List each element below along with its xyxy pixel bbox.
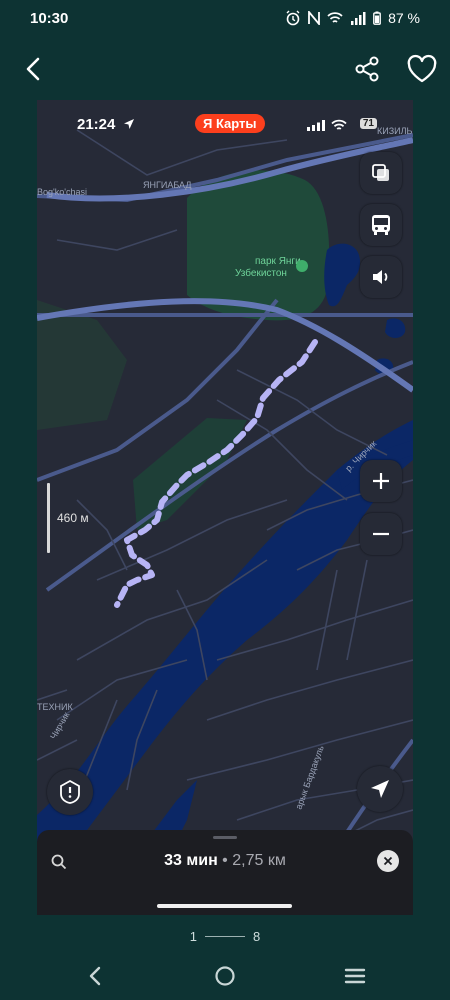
plus-icon bbox=[373, 473, 389, 489]
map-label-river-left: Чирчик bbox=[48, 710, 71, 741]
layers-button[interactable] bbox=[360, 152, 402, 194]
scale-label: 460 м bbox=[57, 511, 89, 525]
map-label-road-left: Bog'ko'chasi bbox=[37, 187, 87, 197]
nav-back-icon bbox=[89, 966, 101, 986]
back-button[interactable] bbox=[20, 54, 50, 84]
nav-recents-button[interactable] bbox=[342, 963, 368, 989]
map-label-district-top: ЯНГИАБАД bbox=[143, 180, 191, 190]
signal-icon bbox=[351, 12, 366, 25]
heart-icon bbox=[407, 54, 437, 83]
panel-drag-handle[interactable] bbox=[213, 836, 237, 839]
layers-icon bbox=[372, 164, 389, 181]
nav-back-button[interactable] bbox=[82, 963, 108, 989]
pond bbox=[385, 318, 406, 338]
brand-letter: Я bbox=[203, 116, 213, 131]
transport-button[interactable] bbox=[360, 204, 402, 246]
wifi-icon bbox=[327, 12, 343, 23]
map-label-canal: арык Бардакуль bbox=[293, 744, 325, 811]
nav-home-button[interactable] bbox=[212, 963, 238, 989]
route-distance: 2,75 км bbox=[232, 852, 286, 869]
map-label-park-line1: парк Янги bbox=[255, 256, 301, 267]
brand-name: Карты bbox=[215, 116, 257, 131]
route-separator: • bbox=[217, 852, 233, 869]
back-arrow-icon bbox=[26, 57, 40, 81]
park-area bbox=[187, 170, 330, 321]
app-battery: 71 bbox=[359, 118, 377, 129]
app-status-bar: 21:24 Я Карты 71 bbox=[37, 100, 413, 150]
share-button[interactable] bbox=[352, 54, 382, 84]
page-total: 8 bbox=[253, 928, 261, 944]
app-status-time: 21:24 bbox=[77, 116, 116, 133]
park-icon bbox=[296, 260, 308, 272]
page-current: 1 bbox=[189, 928, 197, 944]
route-panel[interactable]: 33 мин • 2,75 км bbox=[37, 830, 413, 915]
route-summary: 33 мин • 2,75 км bbox=[37, 852, 413, 870]
location-arrow-icon bbox=[124, 119, 134, 129]
report-button[interactable] bbox=[47, 769, 93, 815]
navigation-arrow-icon bbox=[371, 780, 389, 798]
status-icons: 87 % bbox=[285, 10, 420, 26]
app-wifi-icon bbox=[331, 119, 347, 130]
close-route-button[interactable] bbox=[377, 850, 399, 872]
close-icon bbox=[383, 856, 393, 866]
zoom-out-button[interactable] bbox=[360, 513, 402, 555]
route-duration: 33 мин bbox=[164, 852, 218, 869]
screenshot-image[interactable]: Bog'ko'chasi ЯНГИАБАД КИЗИЛЬБ ТЕХНИК р. … bbox=[37, 100, 413, 915]
viewer-toolbar bbox=[0, 50, 450, 90]
page-indicator: 1 8 bbox=[0, 926, 450, 946]
lake bbox=[324, 243, 361, 307]
status-bar: 10:30 87 % bbox=[0, 0, 450, 38]
nav-home-icon bbox=[215, 966, 235, 986]
alarm-icon bbox=[286, 10, 300, 26]
page-divider bbox=[205, 935, 245, 937]
map-label-park-line2: Узбекистон bbox=[235, 267, 287, 279]
zoom-in-button[interactable] bbox=[360, 460, 402, 502]
scale-bar bbox=[47, 483, 50, 553]
app-signal-icon bbox=[307, 120, 325, 131]
battery-icon bbox=[373, 11, 381, 25]
map-label-district-left: ТЕХНИК bbox=[37, 702, 73, 712]
battery-percent: 87 % bbox=[388, 10, 420, 26]
sound-button[interactable] bbox=[360, 256, 402, 298]
status-time: 10:30 bbox=[30, 10, 69, 27]
bus-icon bbox=[372, 215, 390, 235]
warning-shield-icon bbox=[60, 779, 80, 804]
my-location-button[interactable] bbox=[357, 766, 403, 812]
green-strip-2 bbox=[37, 300, 127, 430]
home-indicator bbox=[157, 904, 292, 908]
minus-icon bbox=[373, 532, 389, 536]
map-scale: 460 м bbox=[47, 483, 107, 555]
speaker-icon bbox=[373, 270, 388, 284]
system-nav-bar bbox=[0, 955, 450, 1000]
nav-recents-icon bbox=[344, 968, 366, 984]
share-icon bbox=[355, 56, 379, 82]
nfc-icon bbox=[308, 11, 320, 25]
favorite-button[interactable] bbox=[406, 54, 440, 84]
yandex-maps-badge: Я Карты bbox=[195, 114, 265, 133]
